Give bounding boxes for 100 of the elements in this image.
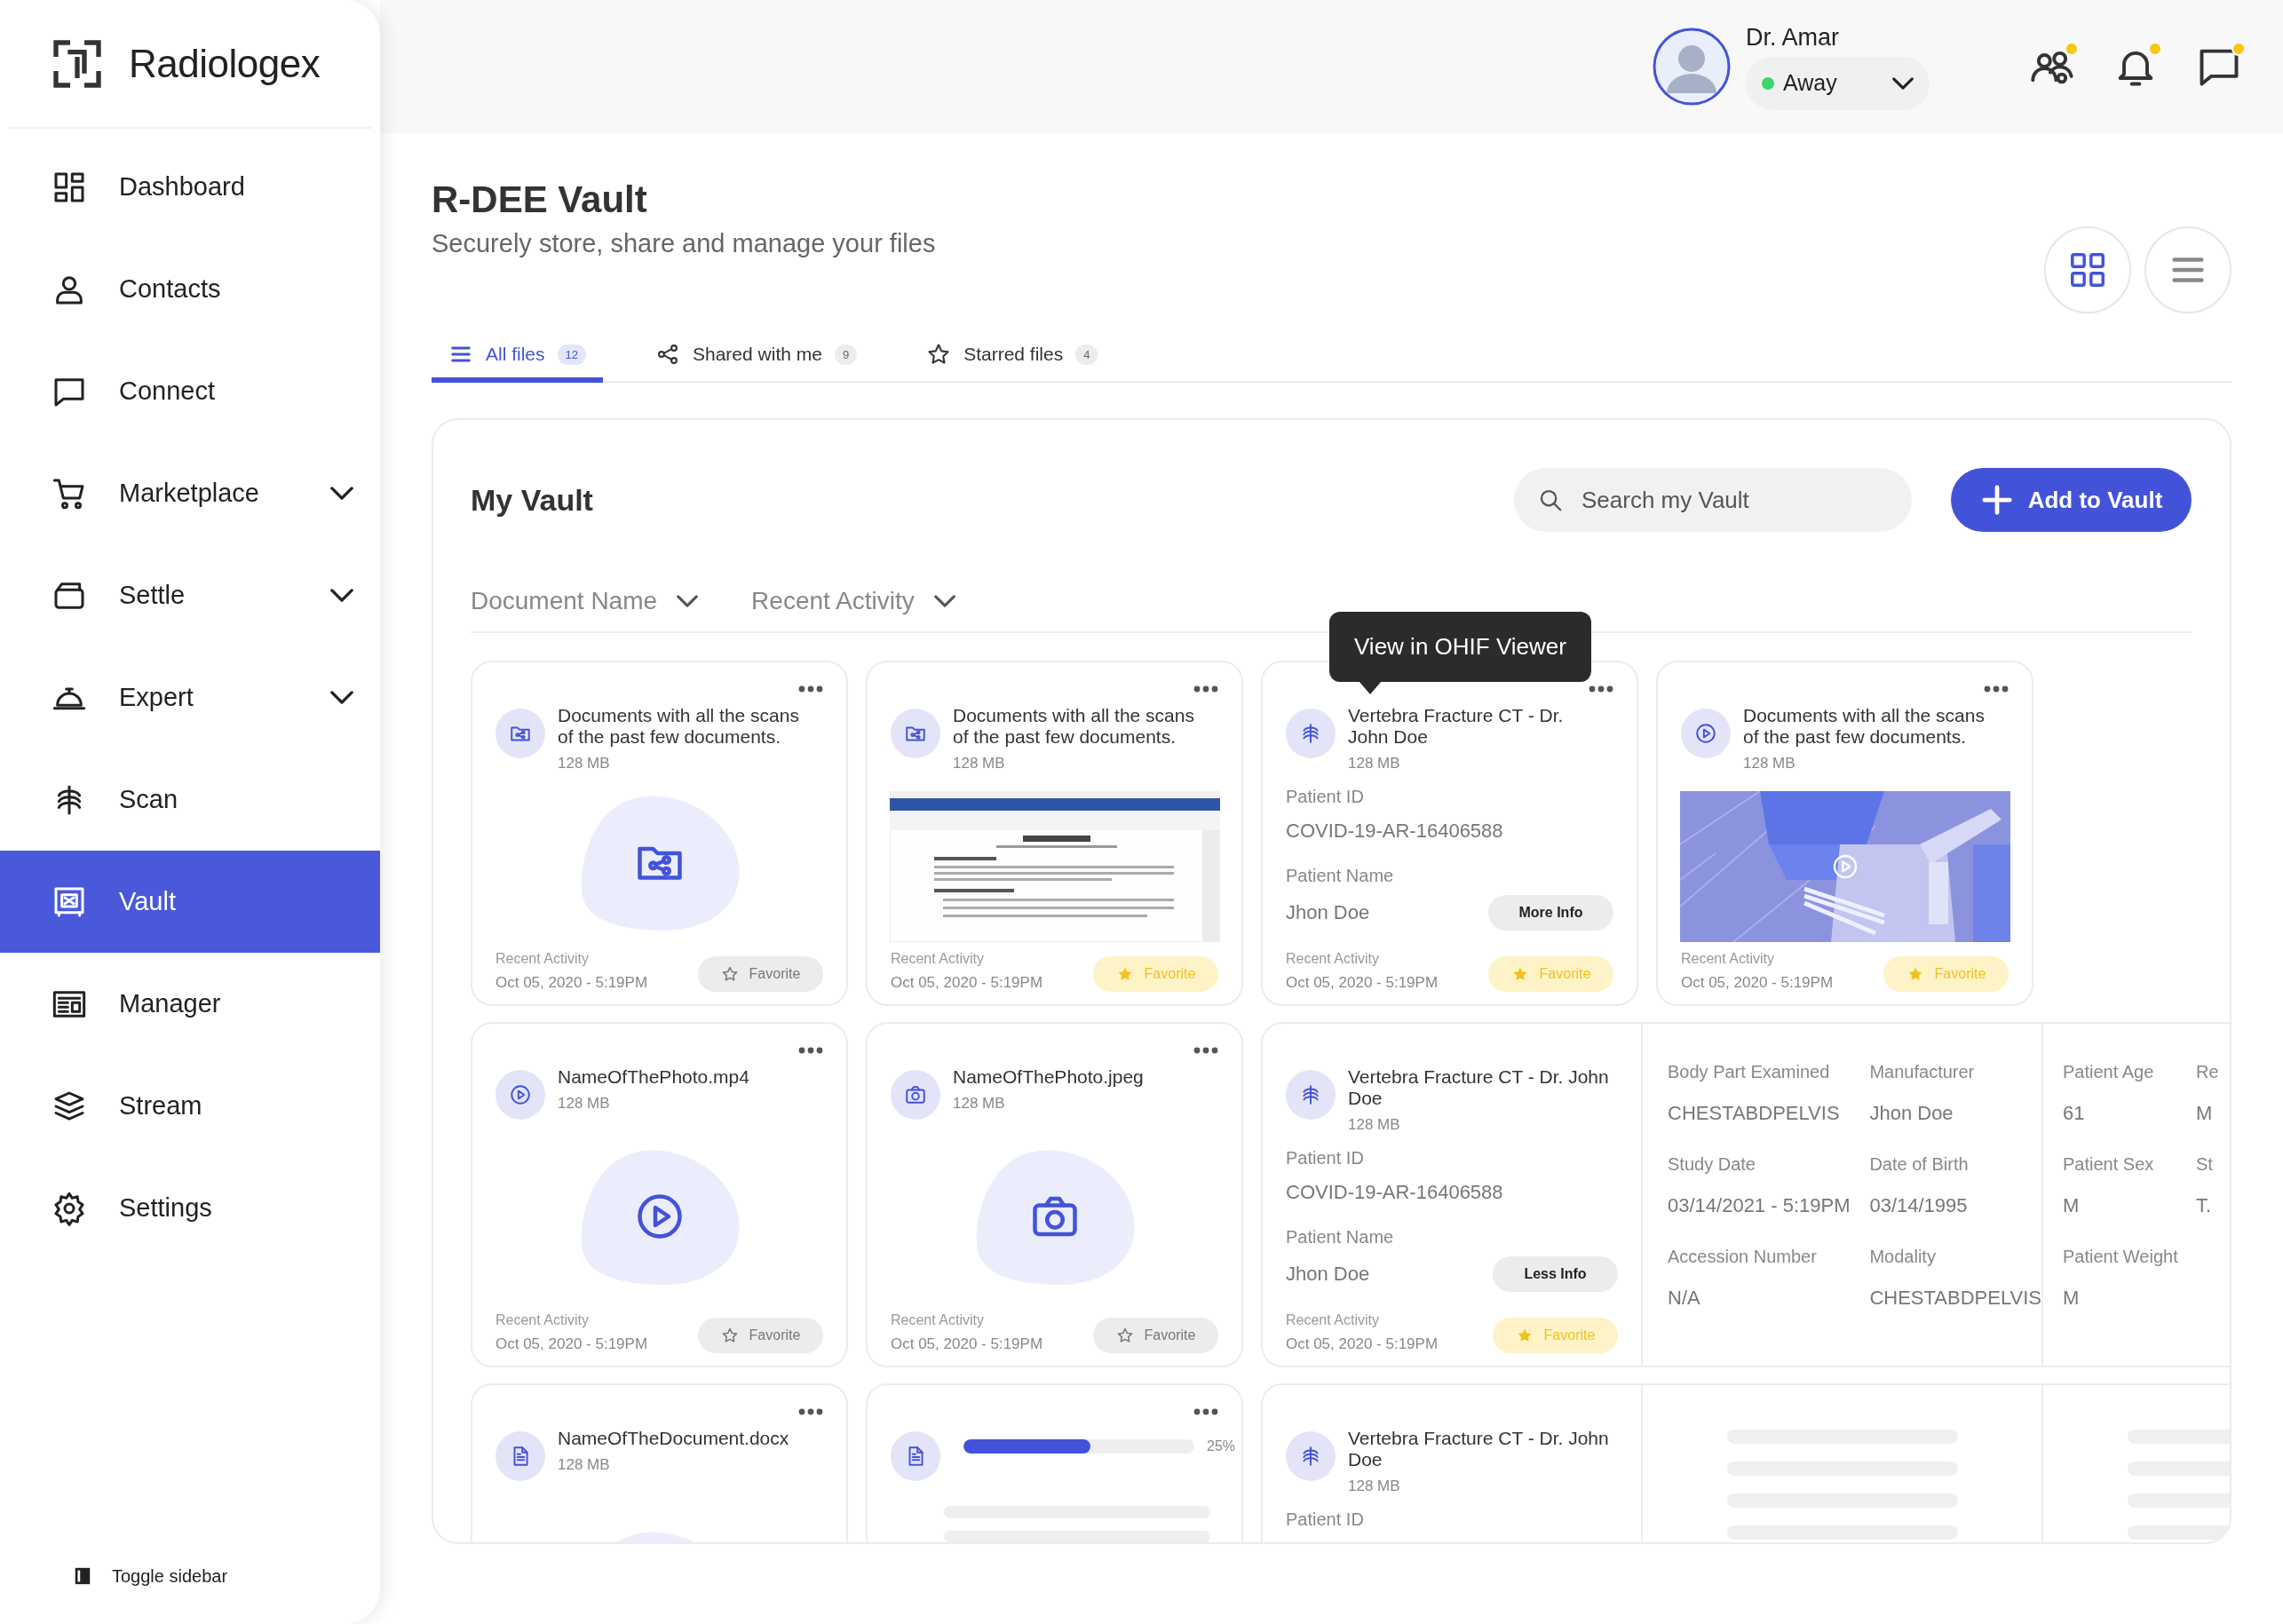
more-icon[interactable] <box>798 685 823 693</box>
field-value: N/A <box>1668 1286 1701 1311</box>
activity-date: Oct 05, 2020 - 5:19PM <box>1286 1335 1439 1353</box>
field-value: Jhon Doe <box>1286 1263 1370 1286</box>
status-dropdown[interactable]: Away <box>1746 56 1930 110</box>
nav-item[interactable]: Scan <box>0 749 380 851</box>
star-icon <box>926 342 952 367</box>
field-label: Patient Name <box>1286 866 1395 886</box>
tab[interactable]: Shared with me 9 <box>638 329 875 383</box>
count-badge: 12 <box>557 344 586 365</box>
avatar-icon[interactable] <box>1652 27 1732 107</box>
field-value: CHESTABDPELVIS <box>1668 1101 1841 1126</box>
activity-date: Oct 05, 2020 - 5:19PM <box>891 974 1043 992</box>
field-value: CHESTABDPELVIS <box>1869 1286 2041 1311</box>
field-value: COVID-19-AR-16406588 <box>1286 820 1504 843</box>
file-card[interactable]: Documents with all the scans of the past few documents. 128 MB Recent Activity Oct 05, 2020 - 5:19PM Favorite <box>471 661 848 1006</box>
file-size: 128 MB <box>558 755 611 772</box>
field-label: Date of Birth <box>1869 1153 1970 1176</box>
file-card[interactable]: 25% <box>866 1383 1243 1542</box>
activity-label: Recent Activity <box>891 951 985 967</box>
file-size: 128 MB <box>1348 755 1401 772</box>
camera-icon <box>891 1070 940 1120</box>
more-icon[interactable] <box>1193 1408 1218 1415</box>
sort-dropdown[interactable]: Document Name <box>471 587 699 615</box>
file-name: Documents with all the scans of the past few documents. <box>558 705 800 748</box>
favorite-button[interactable]: Favorite <box>698 1318 823 1353</box>
nav-item[interactable]: Settle <box>0 544 380 646</box>
star-icon <box>720 965 739 983</box>
file-size: 128 MB <box>558 1095 611 1113</box>
file-name: Documents with all the scans of the past few documents. <box>953 705 1195 748</box>
file-card[interactable]: Documents with all the scans of the past few documents. 128 MB Recent Activity Oct 05, 2020 - 5:19PM Favorite <box>866 661 1243 1006</box>
activity-date: Oct 05, 2020 - 5:19PM <box>495 974 648 992</box>
document-icon <box>495 1431 545 1481</box>
nav-item[interactable]: Settings <box>0 1157 380 1259</box>
field-value: 03/14/2021 - 5:19PM <box>1668 1193 1851 1218</box>
nav-item[interactable]: Stream <box>0 1055 380 1157</box>
field-label: Re <box>2196 1061 2219 1083</box>
field-value: T. <box>2196 1193 2213 1218</box>
ribcage-icon <box>1286 1070 1336 1120</box>
progress-percent: 25% <box>1207 1438 1236 1454</box>
field-value: 03/14/1995 <box>1869 1193 1969 1218</box>
file-size: 128 MB <box>1743 755 1796 772</box>
activity-label: Recent Activity <box>1286 1312 1380 1328</box>
play-icon <box>495 1070 545 1120</box>
nav-item[interactable]: Manager <box>0 953 380 1055</box>
nav-item[interactable]: Expert <box>0 646 380 749</box>
tooltip: View in OHIF Viewer <box>1329 612 1591 682</box>
more-icon[interactable] <box>1193 685 1218 693</box>
activity-date: Oct 05, 2020 - 5:19PM <box>1286 974 1439 992</box>
file-card[interactable]: NameOfTheDocument.docx 128 MB <box>471 1383 848 1542</box>
ribcage-icon <box>1286 1431 1336 1481</box>
activity-date: Oct 05, 2020 - 5:19PM <box>495 1335 648 1353</box>
more-icon[interactable] <box>1193 1047 1218 1054</box>
file-size: 128 MB <box>1348 1116 1401 1134</box>
logo-text: Radiologex <box>129 41 321 86</box>
activity-date: Oct 05, 2020 - 5:19PM <box>891 1335 1043 1353</box>
info-button[interactable]: More Info <box>1488 895 1613 931</box>
scan-card[interactable]: Vertebra Fracture CT - Dr. John Doe 128 MB Patient ID COVID-19-AR-16406588 Patient Name Jhon Doe More Info Recent Activity Oct 05, 2020 - 5:19PM Favorite <box>1261 661 1638 1006</box>
file-name: NameOfTheDocument.docx <box>558 1428 790 1449</box>
count-badge: 4 <box>1075 344 1098 365</box>
file-card[interactable]: Documents with all the scans of the past few documents. 128 MB Recent Activity Oct 05, 2020 - 5:19PM Favorite <box>1656 661 2033 1006</box>
file-card[interactable]: NameOfThePhoto.jpeg 128 MB Recent Activity Oct 05, 2020 - 5:19PM Favorite <box>866 1022 1243 1367</box>
ribcage-icon <box>1286 709 1336 758</box>
page-title: R-DEE Vault <box>432 178 648 222</box>
play-icon <box>1681 709 1731 758</box>
field-label: Patient Weight <box>2063 1246 2179 1268</box>
file-card[interactable]: NameOfThePhoto.mp4 128 MB Recent Activity Oct 05, 2020 - 5:19PM Favorite <box>471 1022 848 1367</box>
activity-date: Oct 05, 2020 - 5:19PM <box>1681 974 1834 992</box>
tab[interactable]: Starred files 4 <box>909 329 1115 383</box>
file-name: NameOfThePhoto.mp4 <box>558 1066 750 1088</box>
field-value: 61 <box>2063 1101 2086 1126</box>
more-icon[interactable] <box>1589 685 1613 693</box>
search-field[interactable]: Search my Vault <box>1514 468 1912 532</box>
file-size: 128 MB <box>558 1456 611 1474</box>
field-label: Modality <box>1869 1246 1937 1268</box>
panel-icon <box>73 1565 92 1587</box>
scan-card[interactable]: Vertebra Fracture CT - Dr. John Doe 128 MB Patient ID <box>1261 1383 2230 1542</box>
tab[interactable]: All files 12 <box>432 329 603 383</box>
folder-share-icon <box>891 709 940 758</box>
more-icon[interactable] <box>1984 685 2009 693</box>
nav-item[interactable]: Contacts <box>0 238 380 340</box>
section-title: My Vault <box>471 482 594 518</box>
toggle-sidebar-button[interactable]: Toggle sidebar <box>73 1565 380 1587</box>
file-name: Vertebra Fracture CT - Dr. John Doe <box>1348 705 1565 748</box>
count-badge: 9 <box>834 344 858 365</box>
nav-item[interactable]: Vault <box>0 851 380 953</box>
more-icon[interactable] <box>798 1408 823 1415</box>
field-label: Patient ID <box>1286 1509 1365 1530</box>
chevron-icon <box>1892 76 1914 90</box>
favorite-button[interactable]: Favorite <box>1093 1318 1218 1353</box>
scan-card[interactable] <box>1261 1022 2230 1367</box>
nav-item[interactable]: Dashboard <box>0 136 380 238</box>
more-icon[interactable] <box>798 1047 823 1054</box>
nav-item[interactable]: Marketplace <box>0 442 380 544</box>
add-button[interactable]: Add to Vault <box>1951 468 2192 532</box>
sort-dropdown[interactable]: Recent Activity <box>751 587 955 615</box>
info-button[interactable]: Less Info <box>1493 1256 1618 1292</box>
nav-item[interactable]: Connect <box>0 340 380 442</box>
activity-label: Recent Activity <box>495 951 590 967</box>
favorite-button[interactable]: Favorite <box>698 956 823 992</box>
